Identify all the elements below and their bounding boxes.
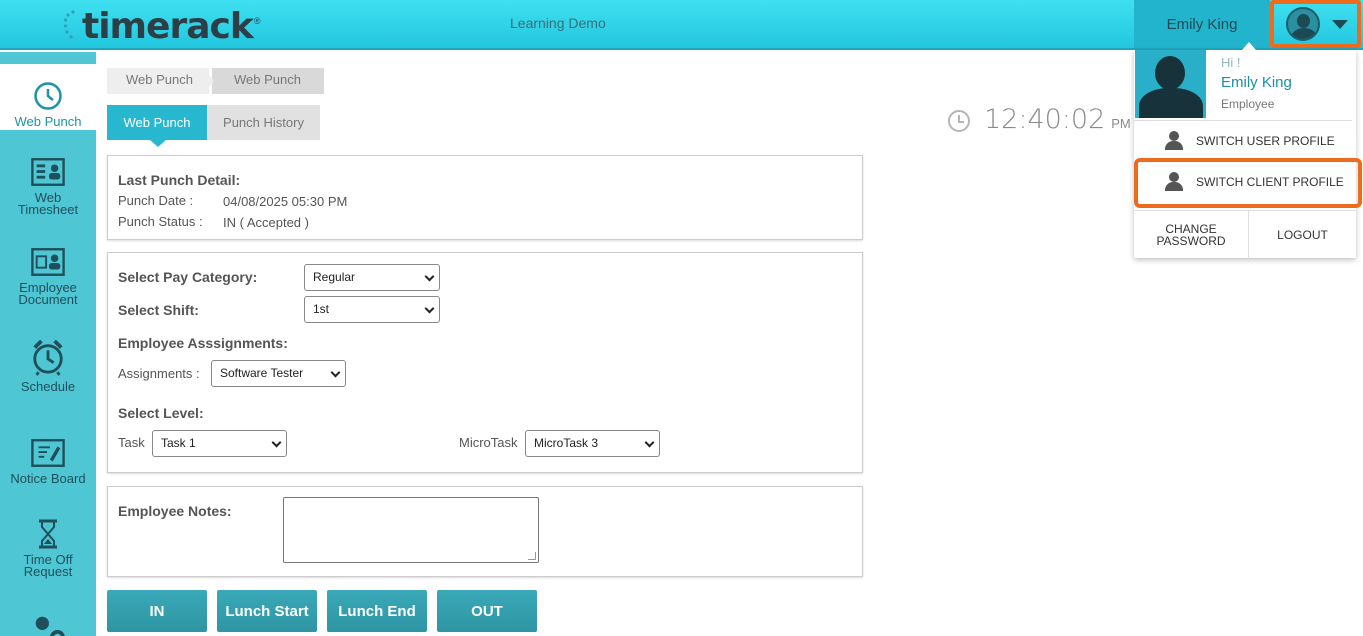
lunch-start-button[interactable]: Lunch Start <box>217 590 317 632</box>
user-tab-pointer <box>1242 42 1256 50</box>
switch-user-profile-label: SWITCH USER PROFILE <box>1196 134 1335 148</box>
sidebar-nav: Web Punch Web Timesheet Employee Document … <box>0 52 96 636</box>
sidebar-item-web-timesheet[interactable]: Web Timesheet <box>0 156 96 226</box>
switch-user-profile-item[interactable]: SWITCH USER PROFILE <box>1134 123 1356 159</box>
shift-value: 1st <box>313 302 330 316</box>
assignments-select[interactable]: Software Tester <box>211 360 346 387</box>
pay-category-label: Select Pay Category: <box>118 269 258 285</box>
punch-out-button[interactable]: OUT <box>437 590 537 632</box>
alarm-clock-icon <box>31 337 65 377</box>
punch-in-button[interactable]: IN <box>107 590 207 632</box>
pay-category-value: Regular <box>313 270 356 284</box>
hourglass-icon <box>31 518 65 550</box>
breadcrumb-item-1[interactable]: Web Punch <box>107 68 209 94</box>
organization-name: Learning Demo <box>510 15 606 31</box>
punch-status-value: IN ( Accepted ) <box>223 215 309 230</box>
logo-registered-mark: ® <box>253 16 261 26</box>
assignments-value: Software Tester <box>220 366 304 380</box>
timesheet-icon <box>31 156 65 188</box>
sidebar-item-time-off-request[interactable]: Time Off Request <box>0 518 96 588</box>
punch-options-panel: Select Pay Category: Regular Select Shif… <box>107 252 863 473</box>
chevron-down-icon <box>644 437 655 448</box>
profile-dropdown-menu: Hi ! Emily King Employee SWITCH USER PRO… <box>1134 50 1356 259</box>
punch-status-label: Punch Status : <box>118 214 203 229</box>
user-icon <box>1164 131 1184 151</box>
resize-grip-icon[interactable] <box>528 552 536 560</box>
employee-notes-textarea[interactable] <box>283 497 539 563</box>
breadcrumb-item-2: Web Punch <box>212 68 324 94</box>
sidebar-item-label: Schedule <box>20 379 76 394</box>
timerack-logo[interactable]: timerack ® <box>64 5 261 47</box>
logo-dots-icon <box>64 10 75 39</box>
logout-button[interactable]: LOGOUT <box>1249 211 1356 259</box>
sidebar-item-label: Time Off Request <box>23 552 73 579</box>
shift-label: Select Shift: <box>118 302 199 318</box>
change-password-button[interactable]: CHANGE PASSWORD <box>1134 211 1248 259</box>
greeting-text: Hi ! <box>1221 55 1241 70</box>
dropdown-user-role: Employee <box>1221 97 1275 111</box>
assignments-title: Employee Asssignments: <box>118 335 288 351</box>
user-photo <box>1135 50 1206 118</box>
task-label: Task <box>118 435 145 450</box>
chevron-down-icon <box>424 303 435 314</box>
tab-punch-history[interactable]: Punch History <box>207 105 320 140</box>
assignments-label: Assignments : <box>118 366 200 381</box>
divider <box>1134 120 1352 121</box>
last-punch-panel: Last Punch Detail: Punch Date : 04/08/20… <box>107 155 863 240</box>
dropdown-user-name: Emily King <box>1221 74 1292 91</box>
avatar-icon <box>1286 7 1320 41</box>
user-name-tab[interactable]: Emily King <box>1134 0 1270 48</box>
notice-board-icon <box>31 437 65 469</box>
switch-client-highlight <box>1134 158 1362 208</box>
breadcrumb-separator <box>204 68 214 94</box>
sidebar-item-label: Notice Board <box>10 471 86 486</box>
punch-date-value: 04/08/2025 05:30 PM <box>223 194 348 209</box>
logout-label: LOGOUT <box>1277 228 1328 242</box>
tab-web-punch[interactable]: Web Punch <box>107 105 207 140</box>
top-header: timerack ® Learning Demo Emily King <box>0 0 1363 50</box>
sidebar-item-label: Web Timesheet <box>17 190 79 217</box>
shift-select[interactable]: 1st <box>304 296 440 323</box>
active-tab-pointer <box>150 140 166 147</box>
sidebar-item-label: Web Punch <box>14 114 82 129</box>
microtask-label: MicroTask <box>459 435 518 450</box>
employee-notes-panel: Employee Notes: <box>107 486 863 577</box>
document-icon <box>31 246 65 278</box>
microtask-select[interactable]: MicroTask 3 <box>525 430 660 457</box>
chevron-down-icon <box>424 271 435 282</box>
task-select[interactable]: Task 1 <box>152 430 287 457</box>
sidebar-item-schedule[interactable]: Schedule <box>0 337 96 407</box>
clock-ampm: PM <box>1111 116 1131 131</box>
dropdown-footer: CHANGE PASSWORD LOGOUT <box>1134 210 1356 259</box>
last-punch-title: Last Punch Detail: <box>118 172 241 188</box>
user-settings-icon <box>31 614 65 636</box>
clock-icon <box>948 110 970 132</box>
employee-notes-label: Employee Notes: <box>118 503 232 519</box>
sidebar-item-employee-document[interactable]: Employee Document <box>0 246 96 316</box>
clock-time: 12:40:02 <box>984 104 1106 135</box>
sidebar-item-label: Employee Document <box>18 280 78 307</box>
microtask-value: MicroTask 3 <box>534 436 599 450</box>
lunch-end-button[interactable]: Lunch End <box>327 590 427 632</box>
profile-menu-button[interactable] <box>1270 0 1361 48</box>
sidebar-item-web-punch[interactable]: Web Punch <box>0 64 96 130</box>
chevron-down-icon <box>330 367 341 378</box>
sidebar-item-notice-board[interactable]: Notice Board <box>0 437 96 497</box>
task-value: Task 1 <box>161 436 196 450</box>
change-password-label: CHANGE PASSWORD <box>1156 222 1226 248</box>
header-user-name: Emily King <box>1166 15 1238 33</box>
chevron-down-icon <box>271 437 282 448</box>
current-time-display: 12:40:02 PM <box>948 104 1131 135</box>
pay-category-select[interactable]: Regular <box>304 264 440 291</box>
punch-date-label: Punch Date : <box>118 193 194 208</box>
clock-icon <box>31 80 65 112</box>
sidebar-item-settings[interactable] <box>0 614 96 636</box>
logo-text: timerack <box>82 5 254 47</box>
chevron-down-icon <box>1332 19 1348 29</box>
level-title: Select Level: <box>118 405 204 421</box>
